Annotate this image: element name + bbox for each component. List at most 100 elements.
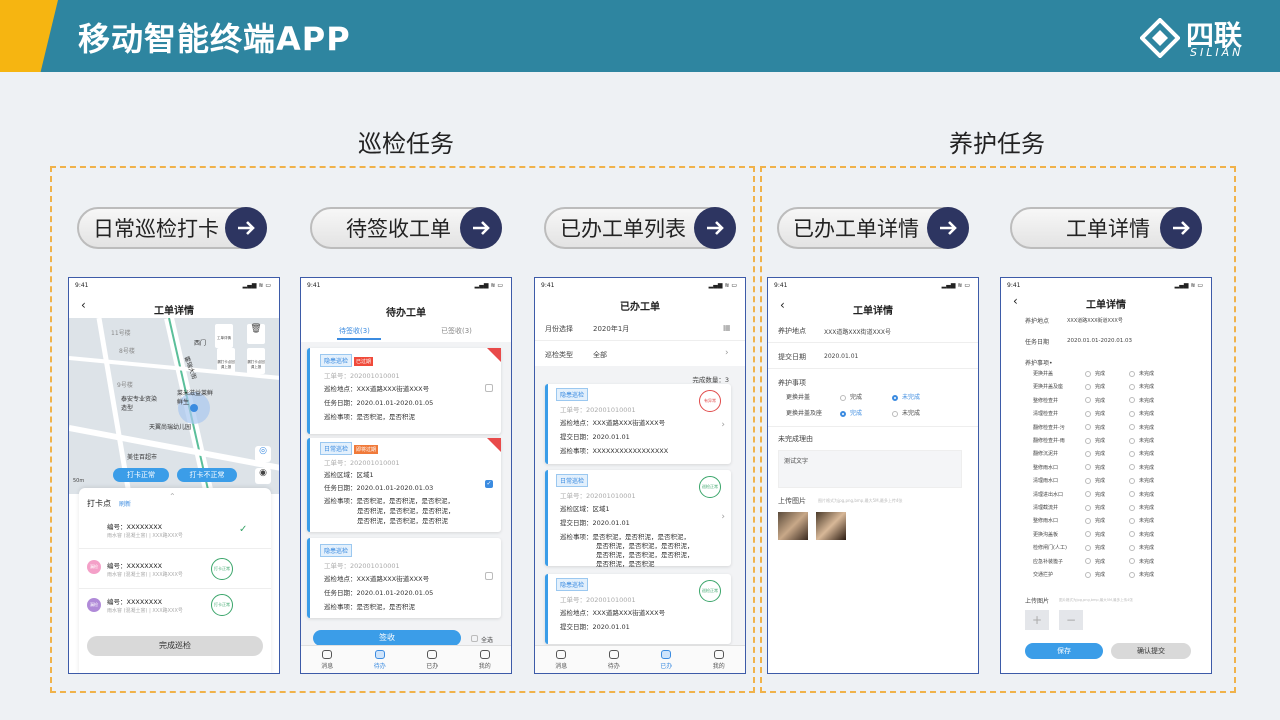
reason-textarea[interactable]: 测试文字 [778,450,962,488]
radio-undone[interactable]: 未完成 [1129,424,1154,431]
map-view[interactable]: 11号楼 8号楼 9号楼 泰安专业资染造型 菜米滋益莱鲜鲜生 天翼尚瑞幼儿园 美… [69,318,279,494]
trash-icon[interactable]: 🗑 [247,324,265,344]
radio-done[interactable]: 完成 [1085,437,1105,444]
order-card[interactable]: 隐患巡检 工单号：202001010001 巡检地点：XXX道路XXX街道XXX… [307,538,501,618]
sign-button[interactable]: 签收 [313,630,461,646]
radio-undone[interactable]: 未完成 [1129,450,1154,457]
pill-done-list[interactable]: 已办工单列表 [544,207,736,249]
arrow-right-icon [694,207,736,249]
radio-undone[interactable]: 未完成 [1129,558,1154,565]
radio-undone[interactable]: 未完成 [1129,544,1154,551]
radio-done[interactable]: 完成 [1085,531,1105,538]
order-line: 是否积泥，是否积泥，是否积泥 [357,517,448,525]
tab-done[interactable]: 已办 [426,649,438,670]
radio-undone[interactable]: 未完成 [1129,370,1154,377]
tab-mine[interactable]: 我的 [713,649,725,670]
radio-undone[interactable]: 未完成 [1129,397,1154,404]
checkin-normal-button[interactable]: 打卡正常 [113,468,169,482]
save-button[interactable]: 保存 [1025,643,1103,659]
tab-done[interactable]: 已办 [660,649,672,670]
radio-done[interactable]: 完成 [1085,558,1105,565]
radio-done[interactable]: 完成 [1085,383,1105,390]
logo-text-en: SILIAN [1190,46,1244,59]
status-time: 9:41 [75,282,89,289]
chevron-right-icon[interactable]: › [725,348,729,358]
select-checkbox[interactable] [485,572,493,580]
done-card[interactable]: 日常巡检 工单号：202001010001 巡检区域：区域1 提交日期：2020… [545,470,731,568]
radio-done[interactable]: 完成 [1085,491,1105,498]
items-label: 养护事项• [1025,360,1053,367]
radio-done[interactable]: 完成 [1085,571,1105,578]
refresh-link[interactable]: 刷新 [119,499,131,508]
radio-undone[interactable]: 未完成 [1129,571,1154,578]
select-all-checkbox[interactable] [471,635,478,642]
radio-undone[interactable]: 未完成 [1129,531,1154,538]
radio-undone[interactable]: 未完成 [1129,517,1154,524]
screen-title: 工单详情 [154,306,194,317]
radio-done[interactable]: 完成 [1085,477,1105,484]
map-tool-report[interactable]: 漏打卡点回调上报 [217,348,235,374]
map-label: 天翼尚瑞幼儿园 [149,424,192,431]
pill-daily-checkin[interactable]: 日常巡检打卡 [77,207,267,249]
tab-pending[interactable]: 待签收(3) [339,326,370,336]
upload-hint: 图片格式为jpg,png,bmp,最大5M,最多上传4张 [818,498,903,503]
radio-undone[interactable]: 未完成 [1129,504,1154,511]
logo-icon [1140,18,1180,58]
order-line: 提交日期：2020.01.01 [560,519,630,527]
radio-undone[interactable]: 未完成 [1129,410,1154,417]
select-checkbox[interactable] [485,384,493,392]
radio-done[interactable]: 完成 [1085,504,1105,511]
done-card[interactable]: 隐患巡检 工单号：202001010001 巡检地点：XXX道路XXX街道XXX… [545,574,731,644]
radio-undone[interactable]: 未完成 [1129,437,1154,444]
point-desc: 雨水窨 (混凝土窨) | XXX路XXX号 [107,533,183,539]
tab-mine[interactable]: 我的 [479,649,491,670]
uploaded-photo[interactable] [816,512,846,540]
month-value[interactable]: 2020年1月 [593,324,629,334]
order-card[interactable]: 隐患巡检 已过期 工单号：202001010001 巡检地点：XXX道路XXX街道… [307,348,501,434]
radio-done[interactable]: 完成 [840,392,862,401]
pill-done-detail[interactable]: 已办工单详情 [777,207,969,249]
radio-undone[interactable]: 未完成 [1129,383,1154,390]
tab-signed[interactable]: 已签收(3) [441,326,472,336]
radio-done[interactable]: 完成 [1085,517,1105,524]
pill-order-detail[interactable]: 工单详情 [1010,207,1202,249]
map-tool-detail[interactable]: 工单详情 [215,324,233,348]
radio-done[interactable]: 完成 [1085,370,1105,377]
bottom-tabbar: 消息 待办 已办 我的 [301,645,511,673]
submit-button[interactable]: 确认提交 [1111,643,1191,659]
radio-undone[interactable]: 未完成 [1129,477,1154,484]
tab-todo[interactable]: 待办 [374,649,386,670]
calendar-icon[interactable]: ▦ [723,323,731,332]
radio-done[interactable]: 完成 [1085,410,1105,417]
radio-done[interactable]: 完成 [840,408,862,417]
compass-icon[interactable]: ◉ [255,468,271,484]
add-photo-button[interactable]: + [1025,610,1049,630]
radio-done[interactable]: 完成 [1085,464,1105,471]
order-line: 巡检地点：XXX道路XXX街道XXX号 [324,575,430,583]
select-checkbox-checked[interactable]: ✓ [485,480,493,488]
locate-icon[interactable]: ◎ [255,446,271,462]
radio-undone[interactable]: 未完成 [892,408,920,417]
remove-photo-button[interactable]: − [1059,610,1083,630]
tab-todo[interactable]: 待办 [608,649,620,670]
radio-undone[interactable]: 未完成 [1129,491,1154,498]
bottom-tabbar: 消息 待办 已办 我的 [535,645,745,673]
collapse-icon[interactable]: ⌃ [169,492,176,501]
radio-undone[interactable]: 未完成 [1129,464,1154,471]
checkin-abnormal-button[interactable]: 打卡不正常 [177,468,237,482]
tab-messages[interactable]: 消息 [555,649,567,670]
finish-inspection-button[interactable]: 完成巡检 [87,636,263,656]
uploaded-photo[interactable] [778,512,808,540]
order-card[interactable]: 日常巡检 即将过期 工单号：202001010001 巡检区域：区域1 任务日期：… [307,438,501,532]
pill-pending-orders[interactable]: 待签收工单 [310,207,502,249]
done-card[interactable]: 隐患巡检 工单号：202001010001 巡检地点：XXX道路XXX街道XXX… [545,384,731,464]
radio-undone[interactable]: 未完成 [892,392,920,401]
map-tool-report-2[interactable]: 漏打卡点回调上报 [247,348,265,374]
order-line: 巡检地点：XXX道路XXX街道XXX号 [560,609,666,617]
radio-done[interactable]: 完成 [1085,424,1105,431]
type-value[interactable]: 全部 [593,350,607,360]
tab-messages[interactable]: 消息 [321,649,333,670]
radio-done[interactable]: 完成 [1085,450,1105,457]
radio-done[interactable]: 完成 [1085,544,1105,551]
radio-done[interactable]: 完成 [1085,397,1105,404]
